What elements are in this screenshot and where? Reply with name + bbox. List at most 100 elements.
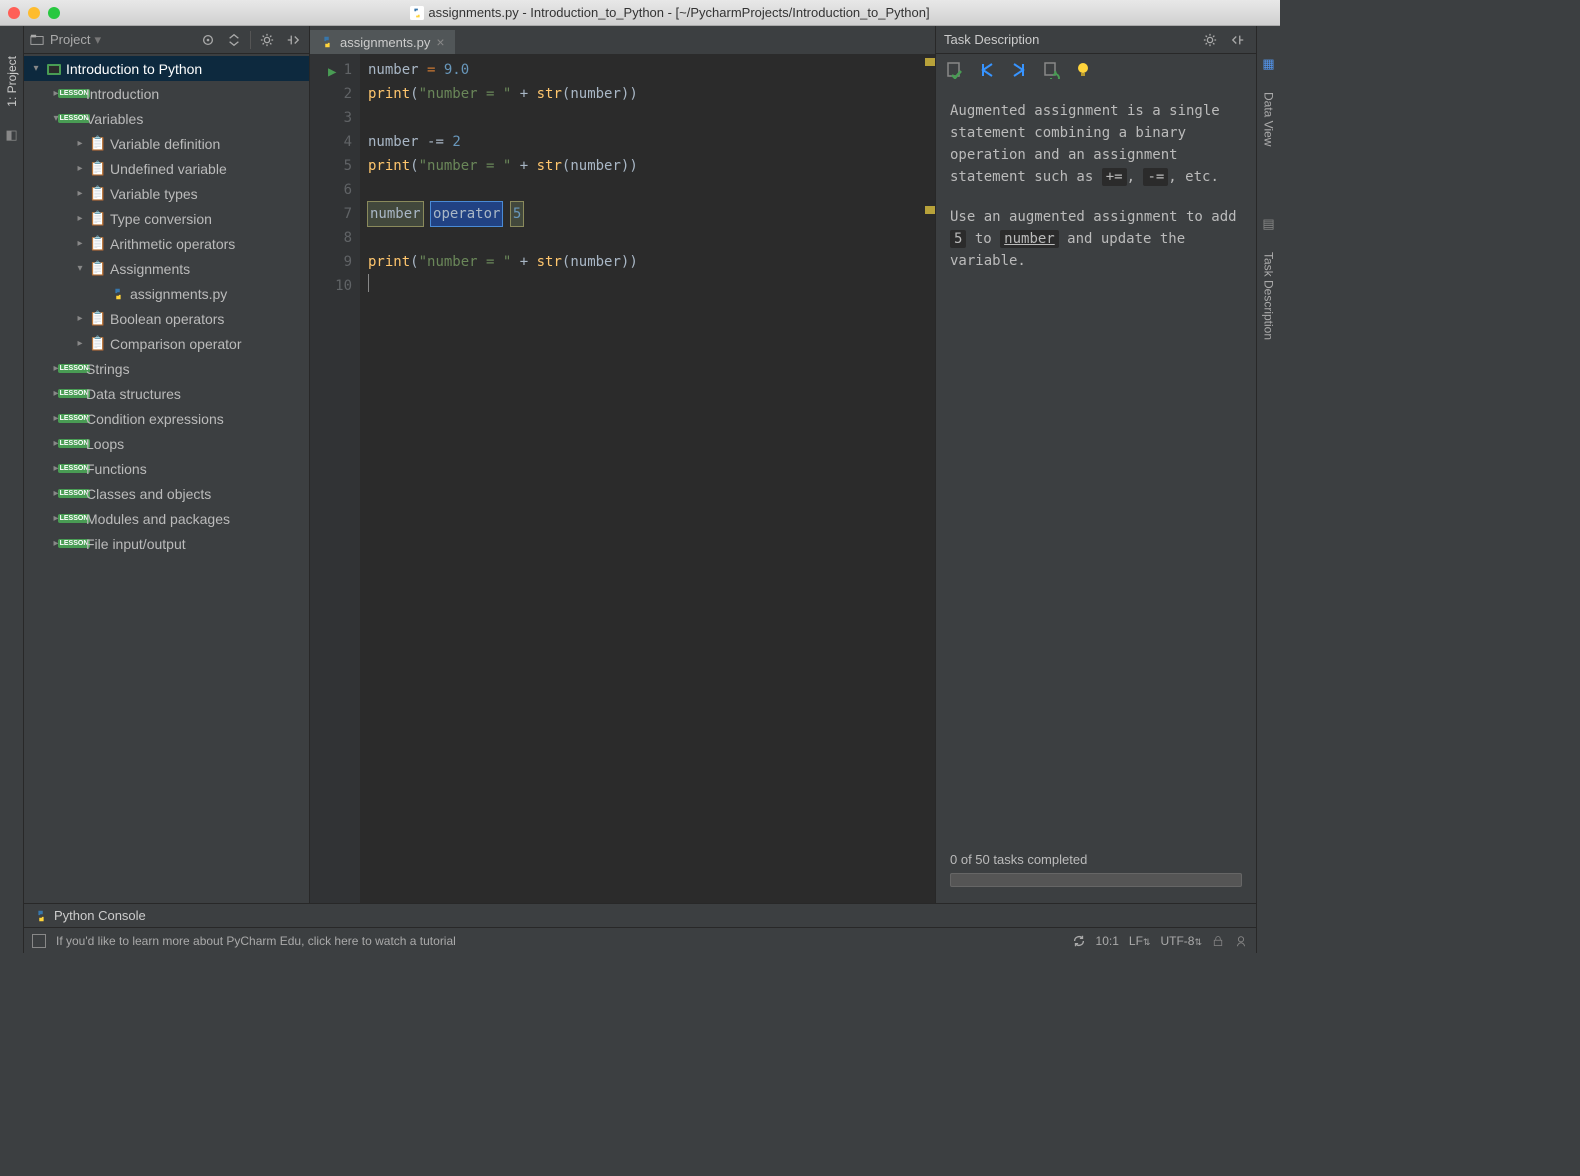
close-tab-icon[interactable]: × — [436, 34, 444, 50]
tree-label: assignments.py — [130, 286, 227, 302]
marker-icon[interactable] — [925, 206, 935, 214]
tree-item-var-def[interactable]: ▸📋Variable definition — [24, 131, 309, 156]
task-toolbar — [936, 54, 1256, 86]
titlebar: assignments.py - Introduction_to_Python … — [0, 0, 1280, 26]
tree-item-loops[interactable]: ▸LESSONLoops — [24, 431, 309, 456]
placeholder-operator[interactable]: operator — [431, 202, 502, 226]
tree-label: Modules and packages — [86, 511, 230, 527]
rail-taskdesc-icon[interactable]: ▤ — [1262, 216, 1274, 232]
task-icon: 📋 — [90, 336, 106, 352]
tree-item-bool-ops[interactable]: ▸📋Boolean operators — [24, 306, 309, 331]
tree-item-arith-ops[interactable]: ▸ 📋Arithmetic operators — [24, 231, 309, 256]
marker-icon[interactable] — [925, 58, 935, 66]
tree-item-classes[interactable]: ▸LESSONClasses and objects — [24, 481, 309, 506]
editor-tabs: assignments.py × — [310, 26, 935, 54]
tree-root[interactable]: ▾ Introduction to Python — [24, 56, 309, 81]
tree-label: Introduction — [86, 86, 159, 102]
tree-item-type-conv[interactable]: ▸ 📋Type conversion — [24, 206, 309, 231]
chevron-down-icon[interactable]: ▾ — [30, 63, 42, 74]
tree-item-ds[interactable]: ▸LESSONData structures — [24, 381, 309, 406]
chevron-down-icon[interactable]: ▾ — [74, 263, 86, 274]
placeholder-value[interactable]: 5 — [511, 202, 523, 226]
chevron-right-icon[interactable]: ▸ — [74, 238, 86, 249]
code-area[interactable]: number = 9.0 print("number = " + str(num… — [360, 54, 935, 903]
tree-item-variables[interactable]: ▾LESSONVariables — [24, 106, 309, 131]
gear-icon[interactable] — [1200, 30, 1220, 50]
minimize-window-icon[interactable] — [28, 7, 40, 19]
hide-panel-icon[interactable] — [1228, 30, 1248, 50]
tree-label: File input/output — [86, 536, 186, 552]
lesson-icon: LESSON — [66, 536, 82, 552]
reset-task-icon[interactable] — [1042, 61, 1060, 79]
line-separator[interactable]: LF⇅ — [1129, 934, 1151, 948]
editor-body[interactable]: ▶ 12345678910 number = 9.0 print("number… — [310, 54, 935, 903]
tree-item-assignments[interactable]: ▾📋Assignments — [24, 256, 309, 281]
chevron-right-icon[interactable]: ▸ — [74, 163, 86, 174]
maximize-window-icon[interactable] — [48, 7, 60, 19]
tree-item-undef-var[interactable]: ▸📋Undefined variable — [24, 156, 309, 181]
lesson-icon: LESSON — [66, 86, 82, 102]
progress-label: 0 of 50 tasks completed — [950, 852, 1242, 867]
chevron-right-icon[interactable]: ▸ — [74, 338, 86, 349]
tree-item-fileio[interactable]: ▸LESSONFile input/output — [24, 531, 309, 556]
project-panel: Project ▾ ▾ Introduction to Python ▸LESS… — [24, 26, 310, 903]
status-hint[interactable]: If you'd like to learn more about PyChar… — [56, 934, 456, 948]
left-tool-rail: 1: Project ◧ — [0, 26, 24, 953]
task-panel: Task Description Augmented assignment is… — [936, 26, 1256, 903]
chevron-right-icon[interactable]: ▸ — [74, 213, 86, 224]
lock-icon[interactable] — [1212, 935, 1224, 947]
task-panel-title: Task Description — [944, 32, 1192, 47]
tree-label: Variables — [86, 111, 143, 127]
tree-label: Arithmetic operators — [110, 236, 235, 252]
status-bar-toggle-icon[interactable] — [32, 934, 46, 948]
task-icon: 📋 — [90, 236, 106, 252]
progress-area: 0 of 50 tasks completed — [936, 842, 1256, 903]
tree-item-introduction[interactable]: ▸LESSONIntroduction — [24, 81, 309, 106]
tree-item-comp-ops[interactable]: ▸📋Comparison operator — [24, 331, 309, 356]
chevron-right-icon[interactable]: ▸ — [74, 313, 86, 324]
tree-label: Loops — [86, 436, 124, 452]
hint-bulb-icon[interactable] — [1074, 61, 1092, 79]
course-folder-icon — [46, 61, 62, 77]
file-encoding[interactable]: UTF-8⇅ — [1160, 934, 1202, 948]
collapse-all-icon[interactable] — [224, 30, 244, 50]
prev-task-icon[interactable] — [978, 61, 996, 79]
gear-icon[interactable] — [257, 30, 277, 50]
chevron-right-icon[interactable]: ▸ — [74, 138, 86, 149]
rail-project-button[interactable]: 1: Project — [5, 56, 19, 107]
target-icon[interactable] — [198, 30, 218, 50]
tab-label: assignments.py — [340, 35, 430, 50]
task-icon: 📋 — [90, 211, 106, 227]
tree-item-modules[interactable]: ▸LESSONModules and packages — [24, 506, 309, 531]
sync-icon[interactable] — [1072, 934, 1086, 948]
python-file-icon — [320, 35, 334, 49]
tree-item-strings[interactable]: ▸LESSONStrings — [24, 356, 309, 381]
caret-position[interactable]: 10:1 — [1096, 934, 1119, 948]
inspector-icon[interactable] — [1234, 934, 1248, 948]
tree-label: Type conversion — [110, 211, 212, 227]
tree-item-var-types[interactable]: ▸📋Variable types — [24, 181, 309, 206]
chevron-right-icon[interactable]: ▸ — [74, 188, 86, 199]
python-console-button[interactable]: Python Console — [54, 908, 146, 923]
bottom-tool-bar: Python Console — [24, 903, 1256, 927]
close-window-icon[interactable] — [8, 7, 20, 19]
tree-label: Variable definition — [110, 136, 220, 152]
project-tree[interactable]: ▾ Introduction to Python ▸LESSONIntroduc… — [24, 54, 309, 903]
tree-item-cond[interactable]: ▸LESSONCondition expressions — [24, 406, 309, 431]
check-task-icon[interactable] — [946, 61, 964, 79]
rail-dataview-icon[interactable]: ▦ — [1262, 56, 1274, 72]
placeholder-number[interactable]: number — [368, 202, 423, 226]
tree-item-file[interactable]: assignments.py — [24, 281, 309, 306]
tree-label: Boolean operators — [110, 311, 224, 327]
next-task-icon[interactable] — [1010, 61, 1028, 79]
run-gutter-icon[interactable]: ▶ — [328, 60, 336, 84]
lesson-icon: LESSON — [66, 361, 82, 377]
hide-panel-icon[interactable] — [283, 30, 303, 50]
right-tool-rail: ▦ Data View ▤ Task Description — [1256, 26, 1280, 953]
task-icon: 📋 — [90, 186, 106, 202]
rail-taskdesc-button[interactable]: Task Description — [1262, 252, 1276, 340]
tree-item-functions[interactable]: ▸LESSONFunctions — [24, 456, 309, 481]
rail-dataview-button[interactable]: Data View — [1262, 92, 1276, 146]
rail-structure-icon[interactable]: ◧ — [5, 127, 17, 143]
tab-assignments[interactable]: assignments.py × — [310, 28, 455, 54]
